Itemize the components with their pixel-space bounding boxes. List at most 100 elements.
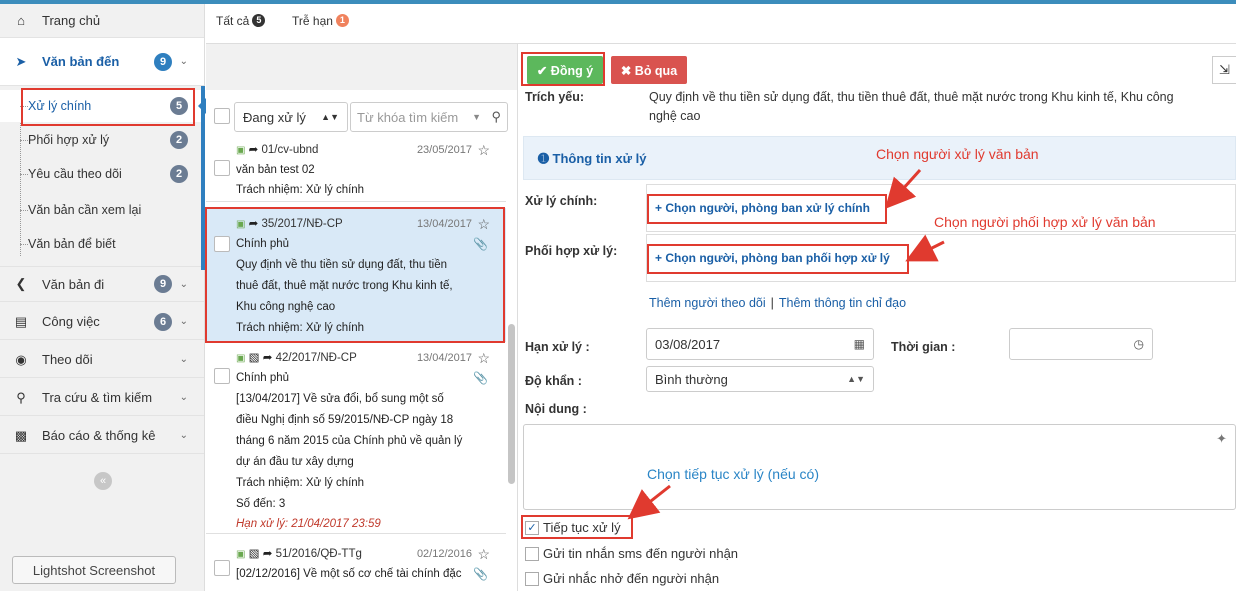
link-separator: | bbox=[770, 296, 774, 310]
agree-button[interactable]: ✔ Đồng ý bbox=[527, 56, 603, 84]
dropdown-arrow-icon[interactable]: ▼ bbox=[472, 112, 481, 122]
sidebar-item-home[interactable]: ⌂ Trang chủ bbox=[0, 4, 204, 38]
continue-label: Tiếp tục xử lý bbox=[543, 520, 621, 535]
continue-checkbox[interactable]: ✓ bbox=[525, 520, 539, 535]
bar-chart-icon: ▩ bbox=[14, 427, 28, 443]
list-header bbox=[206, 44, 517, 90]
skip-button[interactable]: ✖ Bỏ qua bbox=[611, 56, 687, 84]
attachment-icon: 📎 bbox=[473, 371, 488, 385]
doc-date: 23/05/2017 bbox=[416, 144, 472, 156]
list-item[interactable]: ▣ ▧ ➦ 51/2016/QĐ-TTg 02/12/2016 ☆ 📎 [02/… bbox=[206, 540, 506, 591]
doc-line: Chính phủ bbox=[236, 238, 290, 250]
list-scrollbar[interactable] bbox=[508, 324, 515, 484]
doc-line: [13/04/2017] Về sửa đổi, bổ sung một số bbox=[236, 393, 444, 405]
annotation-choose-handler: Chọn người xử lý văn bản bbox=[876, 146, 1039, 162]
status-select[interactable]: Đang xử lý ▲▼ bbox=[234, 102, 348, 132]
sidebar-subitem-coop[interactable]: Phối hợp xử lý 2 bbox=[0, 124, 204, 156]
count-badge: 9 bbox=[154, 52, 172, 71]
sidebar-subitem-review[interactable]: Văn bản cần xem lại bbox=[0, 194, 204, 226]
sms-label: Gửi tin nhắn sms đến người nhận bbox=[543, 546, 739, 561]
magic-wand-icon[interactable]: ✦ bbox=[1216, 431, 1227, 447]
clock-icon[interactable]: ◷ bbox=[1134, 337, 1144, 351]
sms-option[interactable]: Gửi tin nhắn sms đến người nhận bbox=[525, 546, 738, 561]
book-icon: ▧ bbox=[248, 548, 260, 560]
status-select-value: Đang xử lý bbox=[243, 109, 306, 125]
row-checkbox[interactable] bbox=[214, 236, 230, 252]
tab-overdue[interactable]: Trễ hạn 1 bbox=[292, 4, 349, 44]
forward-icon: ➦ bbox=[262, 548, 273, 560]
tab-badge: 5 bbox=[252, 14, 266, 27]
select-caret-icon: ▲▼ bbox=[321, 112, 339, 122]
row-checkbox[interactable] bbox=[214, 560, 230, 576]
star-icon[interactable]: ☆ bbox=[477, 348, 490, 369]
sidebar-subitem-fyi[interactable]: Văn bản để biết bbox=[0, 228, 204, 260]
add-direction-link[interactable]: Thêm thông tin chỉ đạo bbox=[779, 296, 906, 310]
star-icon[interactable]: ☆ bbox=[477, 544, 490, 565]
count-badge: 5 bbox=[170, 97, 188, 115]
doc-line: Số đến: 3 bbox=[236, 498, 286, 510]
sidebar-item-follow[interactable]: ◉ Theo dõi ⌄ bbox=[0, 342, 204, 378]
sidebar-item-tasks[interactable]: ▤ Công việc 6 ⌄ bbox=[0, 304, 204, 340]
remind-option[interactable]: Gửi nhắc nhở đến người nhận bbox=[525, 571, 719, 586]
doc-line: Chính phủ bbox=[236, 372, 290, 384]
tab-bar: Tất cả 5 Trễ hạn 1 bbox=[206, 4, 1236, 44]
search-icon[interactable]: ⚲ bbox=[491, 109, 501, 125]
expand-icon[interactable]: ⇲ bbox=[1212, 56, 1236, 84]
chevron-down-icon: ⌄ bbox=[179, 392, 188, 403]
doc-line: [02/12/2016] Về một số cơ chế tài chính … bbox=[236, 568, 462, 580]
count-badge: 6 bbox=[154, 312, 172, 331]
search-input[interactable]: Từ khóa tìm kiếm ▼ ⚲ bbox=[350, 102, 508, 132]
select-caret-icon: ▲▼ bbox=[847, 374, 865, 384]
content-label: Nội dung : bbox=[525, 402, 587, 416]
doc-code: 42/2017/NĐ-CP bbox=[275, 352, 357, 364]
remind-checkbox[interactable] bbox=[525, 571, 539, 586]
search-placeholder: Từ khóa tìm kiếm bbox=[357, 109, 459, 125]
annotation-choose-coop: Chọn người phối hợp xử lý văn bản bbox=[934, 214, 1156, 230]
doc-line: điều Nghị định số 59/2015/NĐ-CP ngày 18 bbox=[236, 414, 454, 426]
summary-text: Quy định về thu tiền sử dụng đất, thu ti… bbox=[649, 88, 1233, 126]
count-badge: 9 bbox=[154, 275, 172, 293]
sidebar-item-incoming[interactable]: ➤ Văn bản đến 9 ⌄ bbox=[0, 38, 204, 86]
content-textarea[interactable]: ✦ bbox=[523, 424, 1236, 510]
sidebar-subitem-follow-request[interactable]: Yêu cầu theo dõi 2 bbox=[0, 158, 204, 190]
choose-main-handler-link[interactable]: + Chọn người, phòng ban xử lý chính bbox=[655, 201, 870, 215]
doc-line: Trách nhiệm: Xử lý chính bbox=[236, 322, 365, 334]
urgency-select[interactable]: Bình thường ▲▼ bbox=[646, 366, 874, 392]
sms-checkbox[interactable] bbox=[525, 546, 539, 561]
row-checkbox[interactable] bbox=[214, 368, 230, 384]
count-badge: 2 bbox=[170, 131, 188, 149]
continue-processing-option[interactable]: ✓ Tiếp tục xử lý bbox=[525, 520, 621, 535]
info-title: ➊ Thông tin xử lý bbox=[538, 151, 646, 167]
document-icon: ▣ bbox=[236, 145, 246, 156]
choose-coop-handler-link[interactable]: + Chọn người, phòng ban phối hợp xử lý bbox=[655, 251, 890, 265]
tab-all[interactable]: Tất cả 5 bbox=[216, 4, 266, 44]
list-item[interactable]: ▣ ▧ ➦ 42/2017/NĐ-CP 13/04/2017 ☆ 📎 Chính… bbox=[206, 348, 506, 534]
star-icon[interactable]: ☆ bbox=[477, 214, 490, 235]
sidebar-item-label: Văn bản đến bbox=[42, 54, 120, 69]
row-checkbox[interactable] bbox=[214, 160, 230, 176]
sidebar-item-search[interactable]: ⚲ Tra cứu & tìm kiếm ⌄ bbox=[0, 380, 204, 416]
time-input[interactable]: ◷ bbox=[1009, 328, 1153, 360]
list-icon: ▤ bbox=[14, 313, 28, 329]
select-all-checkbox[interactable] bbox=[214, 108, 230, 124]
add-follower-link[interactable]: Thêm người theo dõi bbox=[649, 296, 766, 310]
calendar-icon[interactable]: ▦ bbox=[854, 337, 865, 351]
sidebar-item-outgoing[interactable]: ❮ Văn bản đi 9 ⌄ bbox=[0, 266, 204, 302]
doc-date: 13/04/2017 bbox=[416, 218, 472, 230]
list-item[interactable]: ▣ ➦ 01/cv-ubnd 23/05/2017 ☆ văn bản test… bbox=[206, 140, 506, 202]
sidebar-item-label: Trang chủ bbox=[42, 13, 101, 28]
doc-line: Khu công nghệ cao bbox=[236, 301, 336, 313]
collapse-sidebar-button[interactable]: « bbox=[94, 472, 112, 490]
list-item-selected[interactable]: ▣ ➦ 35/2017/NĐ-CP 13/04/2017 ☆ 📎 Chính p… bbox=[206, 208, 506, 342]
deadline-input[interactable]: 03/08/2017 ▦ bbox=[646, 328, 874, 360]
sidebar-item-label: Tra cứu & tìm kiếm bbox=[42, 390, 153, 405]
sidebar-subitem-main[interactable]: Xử lý chính 5 bbox=[0, 90, 204, 122]
summary-label: Trích yếu: bbox=[525, 90, 585, 104]
detail-panel: ✔ Đồng ý ✖ Bỏ qua ⇲ Trích yếu: Quy định … bbox=[519, 44, 1236, 591]
sidebar-item-reports[interactable]: ▩ Báo cáo & thống kê ⌄ bbox=[0, 418, 204, 454]
annotation-choose-continue: Chọn tiếp tục xử lý (nếu có) bbox=[647, 466, 820, 482]
doc-code: 51/2016/QĐ-TTg bbox=[275, 548, 362, 560]
urgency-label: Độ khẩn : bbox=[525, 374, 582, 388]
urgency-value: Bình thường bbox=[655, 371, 728, 387]
star-icon[interactable]: ☆ bbox=[477, 140, 490, 161]
